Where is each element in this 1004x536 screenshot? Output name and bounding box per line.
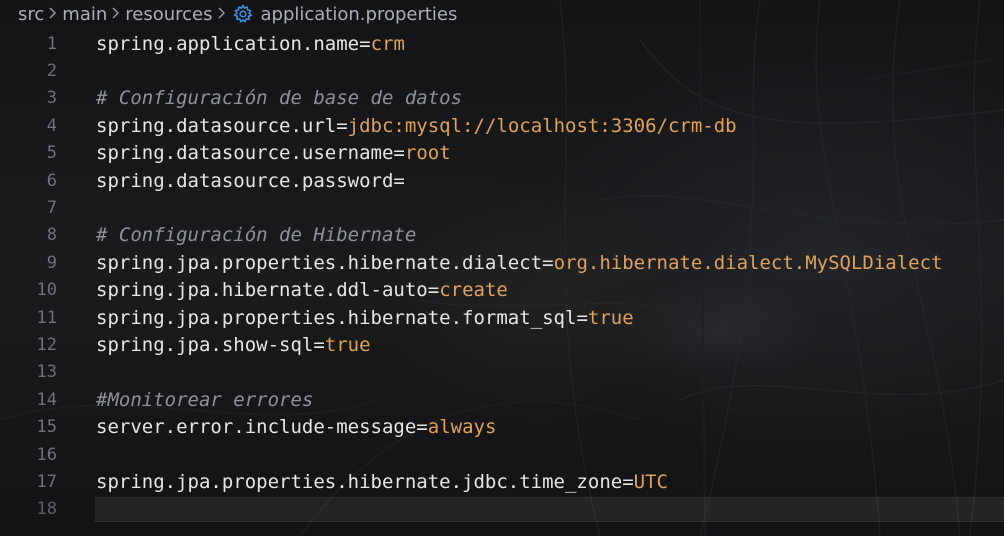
- line-number: 9: [46, 252, 57, 273]
- code-text[interactable]: spring.datasource.username=root: [96, 142, 451, 164]
- property-value: UTC: [633, 470, 668, 493]
- code-line[interactable]: 11 spring.jpa.properties.hibernate.format…: [0, 304, 1004, 331]
- code-text[interactable]: spring.jpa.hibernate.ddl-auto=create: [96, 279, 508, 301]
- property-key: spring.jpa.properties.hibernate.dialect: [96, 251, 543, 274]
- code-line[interactable]: 2: [0, 57, 1004, 84]
- line-number: 18: [36, 499, 57, 520]
- property-value: create: [439, 279, 508, 302]
- code-line[interactable]: 17 spring.jpa.properties.hibernate.jdbc.t…: [0, 468, 1004, 495]
- line-number: 10: [36, 280, 57, 301]
- property-separator: =: [576, 306, 588, 329]
- property-value: true: [324, 333, 371, 356]
- line-number: 16: [36, 444, 57, 465]
- line-number: 13: [36, 362, 57, 383]
- line-number: 3: [46, 88, 57, 109]
- property-separator: =: [622, 470, 634, 493]
- property-separator: =: [393, 142, 405, 165]
- property-key: spring.datasource.username: [96, 142, 394, 165]
- code-editor[interactable]: 1 spring.application.name=crm 2 3 # Configur…: [0, 30, 1004, 523]
- code-line[interactable]: 8 # Configuración de Hibernate: [0, 222, 1004, 249]
- line-number: 7: [46, 198, 57, 219]
- code-line[interactable]: 15 server.error.include-message=always: [0, 413, 1004, 440]
- code-text[interactable]: #Monitorear errores: [96, 389, 313, 411]
- breadcrumb-item-resources[interactable]: resources: [125, 4, 212, 25]
- code-line[interactable]: 1 spring.application.name=crm: [0, 30, 1004, 57]
- property-separator: =: [427, 279, 440, 302]
- code-text[interactable]: spring.datasource.url=jdbc:mysql://local…: [96, 115, 737, 137]
- code-text[interactable]: spring.jpa.properties.hibernate.jdbc.tim…: [96, 471, 668, 493]
- property-separator: =: [393, 169, 405, 192]
- code-comment: # Configuración de Hibernate: [96, 224, 417, 247]
- line-number: 6: [46, 170, 57, 191]
- property-separator: =: [313, 333, 325, 356]
- property-key: spring.jpa.hibernate.ddl-auto: [96, 279, 428, 302]
- property-separator: =: [542, 251, 554, 274]
- code-line[interactable]: 13: [0, 359, 1004, 386]
- breadcrumb-item-main[interactable]: main: [62, 4, 107, 25]
- code-text[interactable]: # Configuración de base de datos: [96, 87, 462, 109]
- breadcrumb: src main resources application.propertie…: [0, 0, 457, 28]
- property-value: jdbc:mysql://localhost:3306/crm-db: [347, 114, 737, 137]
- code-line[interactable]: 16: [0, 441, 1004, 468]
- line-number: 11: [36, 307, 57, 328]
- code-line[interactable]: 18: [0, 496, 1004, 523]
- property-key: spring.jpa.show-sql: [96, 333, 314, 356]
- line-number: 4: [46, 115, 57, 136]
- code-line[interactable]: 3 # Configuración de base de datos: [0, 85, 1004, 112]
- property-value: true: [587, 306, 634, 329]
- code-text[interactable]: spring.jpa.show-sql=true: [96, 334, 371, 356]
- property-value: org.hibernate.dialect.MySQLDialect: [553, 251, 943, 274]
- code-text[interactable]: # Configuración de Hibernate: [96, 224, 416, 246]
- property-key: spring.datasource.url: [96, 114, 337, 137]
- code-line[interactable]: 14 #Monitorear errores: [0, 386, 1004, 413]
- code-text[interactable]: server.error.include-message=always: [96, 416, 496, 438]
- line-number: 15: [36, 417, 57, 438]
- chevron-right-icon: [217, 4, 227, 25]
- line-number: 12: [36, 334, 57, 355]
- code-comment: #Monitorear errores: [96, 388, 314, 411]
- code-line[interactable]: 6 spring.datasource.password=: [0, 167, 1004, 194]
- property-separator: =: [336, 114, 348, 137]
- code-line[interactable]: 5 spring.datasource.username=root: [0, 140, 1004, 167]
- code-line[interactable]: 9 spring.jpa.properties.hibernate.dialect…: [0, 249, 1004, 276]
- line-number: 8: [46, 225, 57, 246]
- line-number: 17: [36, 471, 57, 492]
- code-line[interactable]: 4 spring.datasource.url=jdbc:mysql://loca…: [0, 112, 1004, 139]
- property-key: spring.jpa.properties.hibernate.format_s…: [96, 306, 577, 329]
- code-line[interactable]: 7: [0, 194, 1004, 221]
- code-line[interactable]: 12 spring.jpa.show-sql=true: [0, 331, 1004, 358]
- code-text[interactable]: spring.datasource.password=: [96, 170, 405, 192]
- breadcrumb-item-src[interactable]: src: [18, 4, 44, 25]
- property-separator: =: [416, 416, 428, 439]
- chevron-right-icon: [48, 4, 58, 25]
- line-number: 14: [36, 389, 57, 410]
- property-key: server.error.include-message: [96, 416, 417, 439]
- property-value: root: [404, 142, 451, 165]
- code-text[interactable]: spring.application.name=crm: [96, 33, 405, 55]
- line-number: 2: [46, 61, 57, 82]
- line-number: 1: [46, 33, 57, 54]
- breadcrumb-file[interactable]: application.properties: [261, 4, 458, 25]
- chevron-right-icon: [111, 4, 121, 25]
- property-key: spring.datasource.password: [96, 169, 394, 192]
- property-key: spring.application.name: [96, 32, 360, 55]
- property-key: spring.jpa.properties.hibernate.jdbc.tim…: [96, 470, 623, 493]
- code-text[interactable]: spring.jpa.properties.hibernate.dialect=…: [96, 252, 943, 274]
- code-text[interactable]: spring.jpa.properties.hibernate.format_s…: [96, 307, 634, 329]
- property-value: always: [427, 416, 497, 439]
- property-separator: =: [359, 32, 371, 55]
- code-line[interactable]: 10 spring.jpa.hibernate.ddl-auto=create: [0, 277, 1004, 304]
- line-number: 5: [46, 143, 57, 164]
- code-comment: # Configuración de base de datos: [96, 87, 463, 110]
- property-value: crm: [370, 32, 405, 55]
- gear-icon: [232, 4, 253, 24]
